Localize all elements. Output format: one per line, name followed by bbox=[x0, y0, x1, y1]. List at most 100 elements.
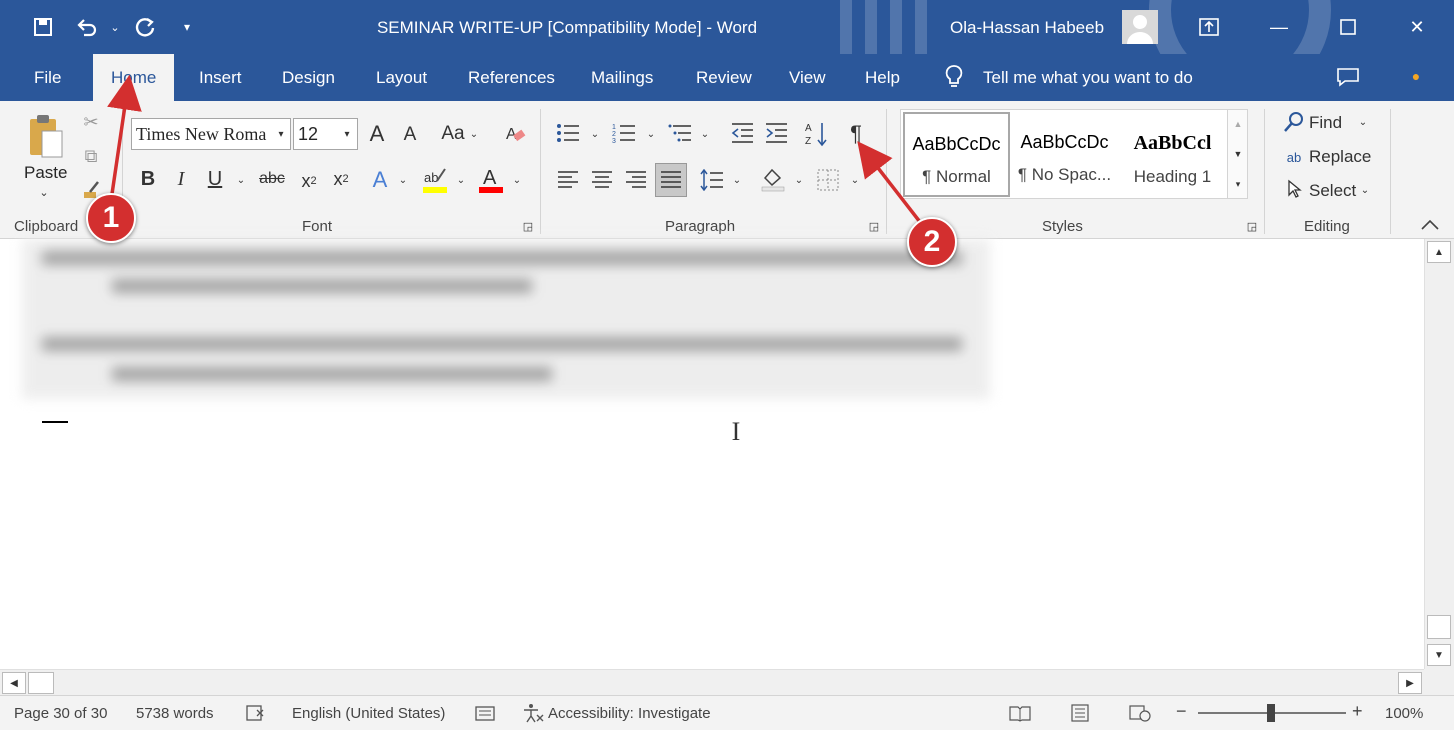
document-canvas[interactable]: I bbox=[0, 239, 1424, 669]
paste-icon[interactable] bbox=[24, 109, 68, 163]
shading-icon[interactable] bbox=[758, 163, 788, 195]
scroll-right-icon[interactable]: ▶ bbox=[1398, 672, 1422, 694]
select-button[interactable]: Select bbox=[1309, 181, 1356, 201]
font-dialog-launcher-icon[interactable]: ◲ bbox=[520, 218, 536, 234]
change-case-icon[interactable]: Aa bbox=[438, 119, 468, 149]
superscript-icon[interactable]: x2 bbox=[328, 165, 354, 193]
horizontal-scroll-thumb[interactable] bbox=[28, 672, 54, 694]
web-layout-icon[interactable] bbox=[1128, 702, 1152, 724]
tab-design[interactable]: Design bbox=[282, 68, 335, 88]
select-cursor-icon[interactable] bbox=[1284, 177, 1306, 201]
show-hide-formatting-button[interactable]: ¶ bbox=[842, 119, 870, 149]
page-number[interactable]: Page 30 of 30 bbox=[14, 705, 107, 722]
align-center-icon[interactable] bbox=[588, 165, 616, 195]
paste-button[interactable]: Paste bbox=[24, 163, 67, 183]
scroll-up-icon[interactable]: ▲ bbox=[1427, 241, 1451, 263]
tab-view[interactable]: View bbox=[789, 68, 826, 88]
multilevel-dropdown-icon[interactable]: ⌄ bbox=[698, 127, 712, 141]
align-right-icon[interactable] bbox=[622, 165, 650, 195]
shrink-font-icon[interactable]: A bbox=[398, 121, 422, 149]
shading-dropdown-icon[interactable]: ⌄ bbox=[792, 173, 806, 187]
paragraph-dialog-launcher-icon[interactable]: ◲ bbox=[866, 218, 882, 234]
font-name-dropdown-icon[interactable]: ▾ bbox=[274, 127, 288, 141]
print-layout-icon[interactable] bbox=[1068, 702, 1092, 724]
numbering-dropdown-icon[interactable]: ⌄ bbox=[644, 127, 658, 141]
paste-dropdown-icon[interactable]: ⌄ bbox=[34, 185, 54, 199]
zoom-out-icon[interactable]: − bbox=[1176, 701, 1187, 722]
select-dropdown-icon[interactable]: ⌄ bbox=[1358, 183, 1372, 197]
align-left-icon[interactable] bbox=[554, 165, 582, 195]
close-icon[interactable]: ✕ bbox=[1402, 12, 1432, 42]
line-spacing-dropdown-icon[interactable]: ⌄ bbox=[730, 173, 744, 187]
word-count[interactable]: 5738 words bbox=[136, 705, 214, 722]
sort-icon[interactable]: AZ bbox=[804, 119, 830, 149]
text-highlight-icon[interactable]: ab bbox=[420, 163, 450, 197]
tab-home[interactable]: Home bbox=[93, 54, 175, 101]
cut-icon[interactable]: ✂ bbox=[78, 109, 104, 135]
borders-dropdown-icon[interactable]: ⌄ bbox=[848, 173, 862, 187]
styles-more-icon[interactable]: ▾ bbox=[1228, 174, 1248, 194]
bold-button[interactable]: B bbox=[136, 165, 160, 193]
multilevel-list-icon[interactable] bbox=[666, 119, 694, 147]
comments-icon[interactable] bbox=[1334, 64, 1362, 90]
tab-review[interactable]: Review bbox=[696, 68, 752, 88]
text-effects-dropdown-icon[interactable]: ⌄ bbox=[396, 173, 410, 187]
copy-icon[interactable]: ⧉ bbox=[78, 143, 104, 169]
read-mode-icon[interactable] bbox=[1008, 702, 1032, 724]
numbering-icon[interactable]: 123 bbox=[610, 119, 638, 147]
proofing-icon[interactable] bbox=[244, 702, 266, 724]
styles-up-icon[interactable]: ▲ bbox=[1228, 114, 1248, 134]
zoom-in-icon[interactable]: + bbox=[1352, 701, 1363, 722]
scroll-left-icon[interactable]: ◀ bbox=[2, 672, 26, 694]
text-predictions-icon[interactable] bbox=[474, 702, 496, 724]
zoom-slider-thumb[interactable] bbox=[1267, 704, 1275, 722]
styles-down-icon[interactable]: ▼ bbox=[1228, 144, 1248, 164]
bullets-dropdown-icon[interactable]: ⌄ bbox=[588, 127, 602, 141]
line-spacing-icon[interactable] bbox=[698, 165, 726, 195]
tab-insert[interactable]: Insert bbox=[199, 68, 242, 88]
bullets-icon[interactable] bbox=[554, 119, 582, 147]
horizontal-scrollbar[interactable]: ◀ ▶ bbox=[0, 669, 1424, 695]
tab-references[interactable]: References bbox=[468, 68, 555, 88]
share-dot-icon[interactable]: ● bbox=[1408, 68, 1424, 84]
accessibility-status[interactable]: Accessibility: Investigate bbox=[548, 705, 711, 722]
text-effects-icon[interactable]: A bbox=[366, 165, 394, 195]
replace-button[interactable]: Replace bbox=[1309, 147, 1371, 167]
tell-me-search[interactable]: Tell me what you want to do bbox=[983, 68, 1193, 88]
replace-icon[interactable]: ab bbox=[1280, 143, 1308, 171]
borders-icon[interactable] bbox=[814, 165, 842, 195]
avatar[interactable] bbox=[1122, 10, 1158, 44]
ribbon-display-options-icon[interactable] bbox=[1194, 12, 1224, 42]
font-size-dropdown-icon[interactable]: ▾ bbox=[340, 127, 354, 141]
grow-font-icon[interactable]: A bbox=[364, 119, 390, 149]
vertical-scrollbar[interactable]: ▲ ▼ bbox=[1424, 239, 1454, 669]
scroll-down-icon[interactable]: ▼ bbox=[1427, 644, 1451, 666]
zoom-level[interactable]: 100% bbox=[1385, 705, 1423, 722]
change-case-dropdown-icon[interactable]: ⌄ bbox=[468, 127, 480, 141]
strikethrough-button[interactable]: abc bbox=[256, 165, 288, 193]
tab-file[interactable]: File bbox=[34, 68, 61, 88]
clear-formatting-icon[interactable]: A bbox=[502, 119, 528, 149]
highlight-dropdown-icon[interactable]: ⌄ bbox=[454, 173, 468, 187]
tab-help[interactable]: Help bbox=[865, 68, 900, 88]
font-color-dropdown-icon[interactable]: ⌄ bbox=[510, 173, 524, 187]
subscript-icon[interactable]: x2 bbox=[296, 167, 322, 195]
italic-button[interactable]: I bbox=[170, 165, 192, 193]
accessibility-icon[interactable] bbox=[522, 702, 544, 724]
language[interactable]: English (United States) bbox=[292, 705, 445, 722]
style-no-spacing[interactable]: AaBbCcDc ¶ No Spac... bbox=[1011, 112, 1118, 197]
font-color-icon[interactable]: A bbox=[476, 163, 506, 197]
increase-indent-icon[interactable] bbox=[762, 119, 790, 147]
maximize-icon[interactable] bbox=[1333, 12, 1363, 42]
find-button[interactable]: Find bbox=[1309, 113, 1342, 133]
underline-dropdown-icon[interactable]: ⌄ bbox=[234, 173, 248, 187]
tab-mailings[interactable]: Mailings bbox=[591, 68, 653, 88]
justify-icon[interactable] bbox=[655, 163, 687, 197]
style-heading-1[interactable]: AaBbCcl Heading 1 bbox=[1119, 112, 1226, 197]
font-name-input[interactable]: Times New Roma bbox=[131, 118, 291, 150]
find-icon[interactable] bbox=[1282, 109, 1306, 135]
decrease-indent-icon[interactable] bbox=[728, 119, 756, 147]
style-normal[interactable]: AaBbCcDc ¶ Normal bbox=[903, 112, 1010, 197]
find-dropdown-icon[interactable]: ⌄ bbox=[1356, 115, 1370, 129]
vertical-scroll-thumb[interactable] bbox=[1427, 615, 1451, 639]
